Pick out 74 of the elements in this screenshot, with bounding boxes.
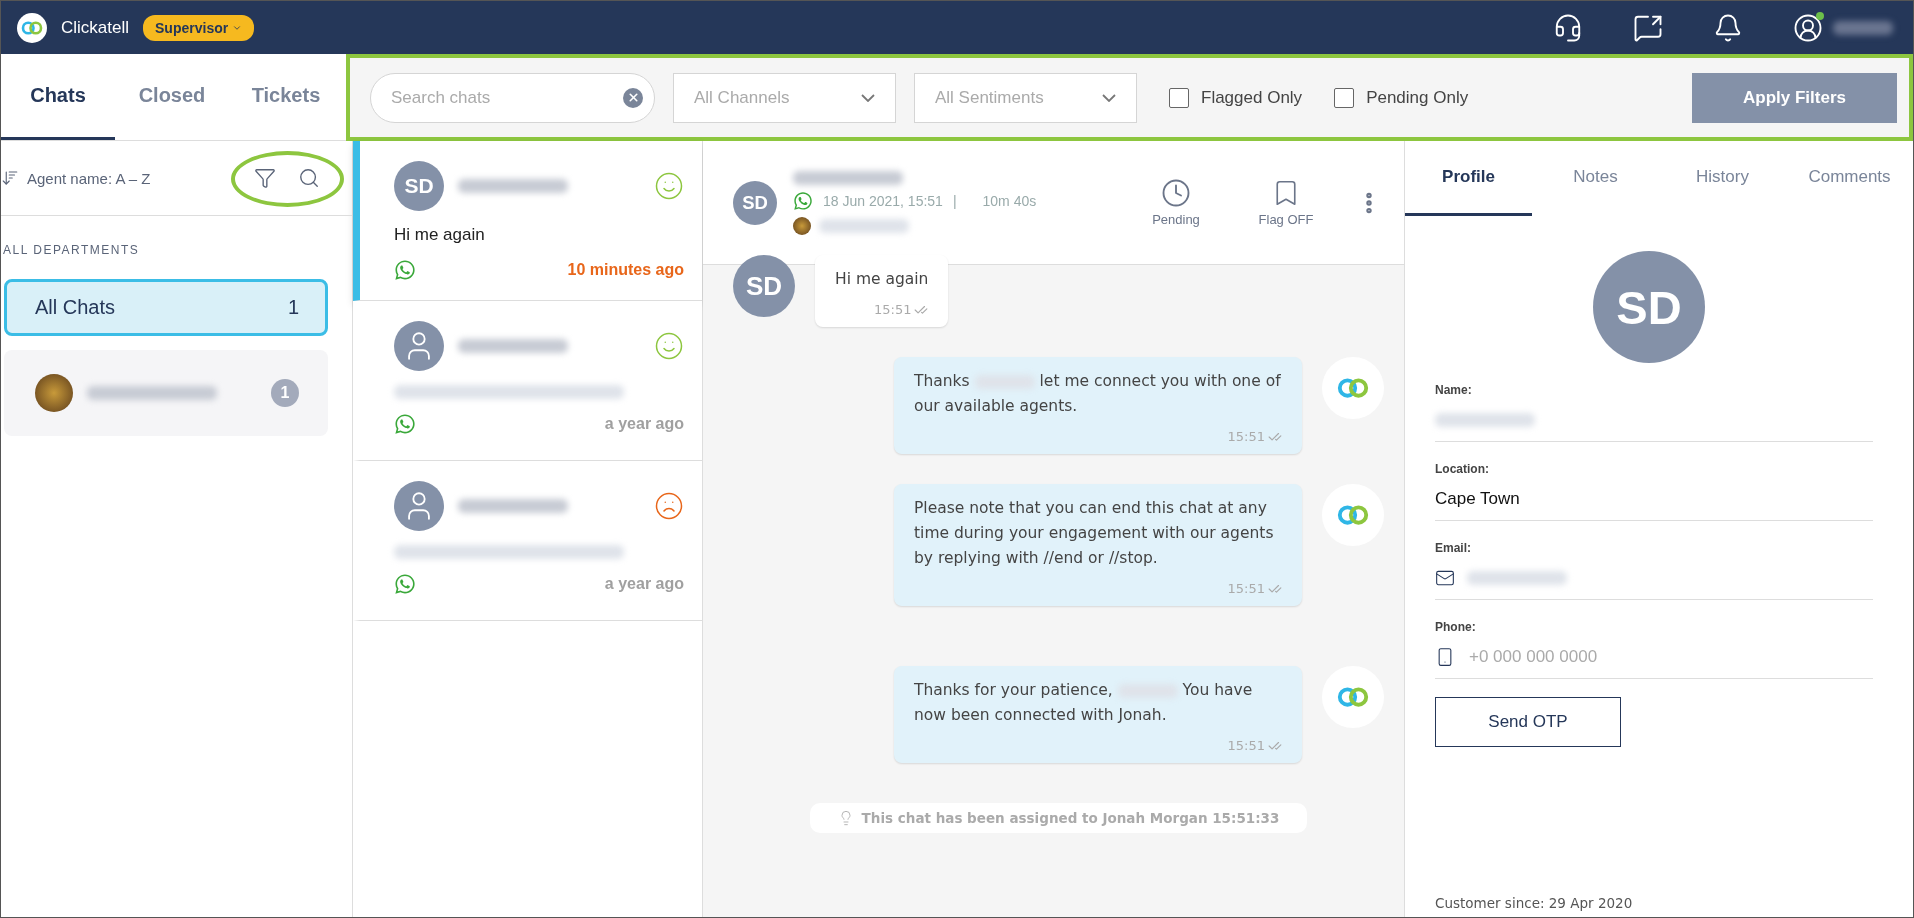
whatsapp-icon	[394, 413, 416, 435]
avatar: SD	[394, 161, 444, 211]
apply-filters-button[interactable]: Apply Filters	[1692, 72, 1897, 123]
tab[interactable]: Tickets	[229, 54, 343, 140]
sort-icon[interactable]	[1, 169, 19, 187]
department-label: All Chats	[35, 296, 116, 319]
count-badge: 1	[271, 379, 299, 407]
time-label: 10 minutes ago	[567, 261, 684, 279]
message-text: Thanks for your patience, You have now been connected with Jonah.	[914, 680, 1254, 726]
field-label: Name:	[1435, 383, 1473, 397]
search-field[interactable]: Search chats	[370, 72, 655, 123]
message-text: Hi me again	[835, 269, 929, 290]
filter-icon[interactable]	[254, 167, 276, 189]
profile-avatar: SD	[1593, 251, 1705, 363]
user-icon[interactable]	[1793, 12, 1823, 43]
avatar: SD	[733, 255, 795, 317]
headset-icon[interactable]	[1553, 12, 1583, 43]
field-label: Location:	[1435, 462, 1490, 476]
whatsapp-icon	[394, 573, 416, 595]
field-label: Email:	[1435, 541, 1472, 555]
pending-button[interactable]: Pending	[1136, 178, 1216, 227]
count: 1	[287, 296, 299, 319]
department-item[interactable]: 1	[4, 350, 328, 436]
time-label: a year ago	[604, 575, 684, 593]
department-item[interactable]: All Chats 1	[4, 279, 328, 336]
search-icon[interactable]	[298, 167, 320, 189]
message-time: 15:51	[873, 302, 912, 317]
message-time: 15:51	[1227, 429, 1265, 444]
chevron-icon	[1102, 93, 1116, 102]
dropdown[interactable]: All Channels	[673, 72, 896, 123]
chat-duration: 10m 40s	[982, 192, 1037, 209]
tab[interactable]: Notes	[1532, 141, 1659, 216]
checkbox-label: Pending Only	[1366, 87, 1469, 108]
sort-label[interactable]: Agent name: A – Z	[27, 169, 151, 187]
agent-avatar	[793, 216, 811, 235]
separator-text: |	[952, 192, 957, 209]
send-otp-button[interactable]: Send OTP	[1435, 697, 1621, 747]
blurred-text	[1833, 20, 1893, 35]
bell-icon[interactable]	[1713, 12, 1743, 43]
section-heading: ALL DEPARTMENTS	[2, 242, 141, 259]
message-text: Please note that you can end this chat at any time during your engagement with our agents by replying with //end or //stop.	[914, 498, 1275, 569]
agent-avatar	[35, 374, 73, 412]
message-time: 15:51	[1227, 581, 1265, 596]
logo-icon	[17, 12, 47, 43]
customer-since: Customer since: 29 Apr 2020	[1435, 895, 1634, 911]
whatsapp-icon	[394, 259, 416, 281]
clock-icon	[1161, 178, 1191, 208]
flag-button[interactable]: Flag OFF	[1246, 178, 1326, 227]
time-label: a year ago	[604, 415, 684, 433]
whatsapp-icon	[793, 190, 813, 211]
person-avatar	[394, 321, 444, 371]
chat-item[interactable]: SD Hi me again 10 minutes ago	[353, 141, 702, 301]
mail-icon	[1435, 568, 1455, 588]
brand-name: Clickatell	[61, 17, 130, 38]
chat-date: 18 Jun 2021, 15:51	[823, 192, 943, 209]
tab[interactable]: Profile	[1405, 141, 1532, 216]
message-time: 15:51	[1227, 738, 1265, 753]
message-text: Thanks let me connect you with one of our available agents.	[914, 371, 1282, 417]
tab[interactable]: Closed	[115, 54, 229, 140]
checkbox[interactable]	[1169, 87, 1189, 108]
chevron-icon	[861, 93, 875, 102]
message-preview: Hi me again	[394, 225, 486, 245]
dropdown[interactable]: All Sentiments	[914, 72, 1137, 123]
checkbox-label: Flagged Only	[1201, 87, 1303, 108]
notice-text: This chat has been assigned to Jonah Morgan 15:51:33	[861, 810, 1280, 826]
role-selector[interactable]: Supervisor	[143, 14, 255, 41]
avatar: SD	[733, 180, 777, 225]
person-avatar	[394, 481, 444, 531]
field-value: Cape Town	[1435, 489, 1520, 509]
tab[interactable]: Comments	[1786, 141, 1913, 216]
checkbox[interactable]	[1334, 87, 1355, 108]
field-label: Phone:	[1435, 620, 1477, 634]
tab[interactable]: History	[1659, 141, 1786, 216]
tab[interactable]: Chats	[1, 54, 115, 140]
